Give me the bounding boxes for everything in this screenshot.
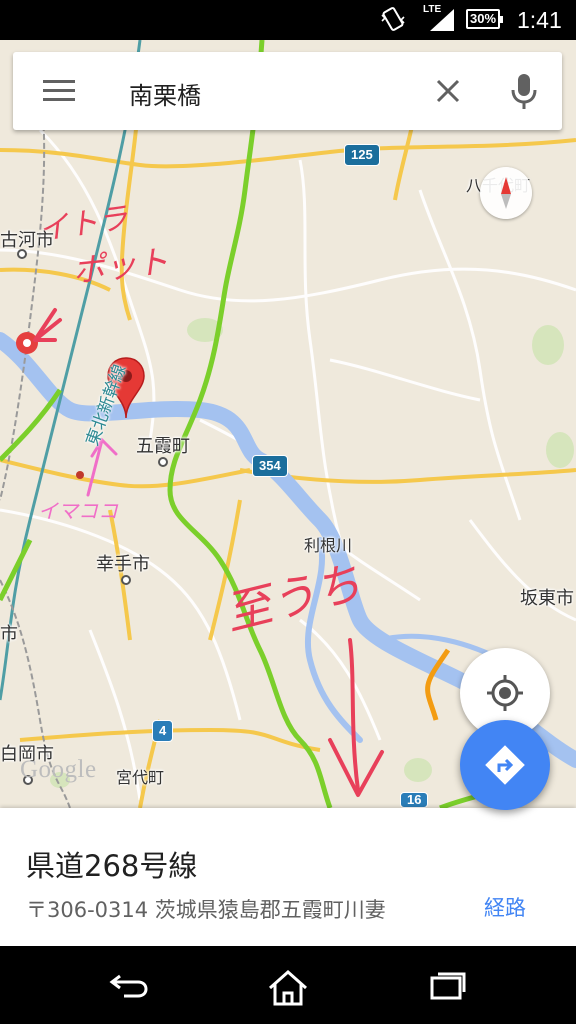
place-label-goka: 五霞町	[136, 436, 190, 457]
route-shield-16: 16	[400, 792, 429, 808]
route-shield-4: 4	[152, 720, 174, 742]
search-input[interactable]: 南栗橋	[129, 76, 201, 111]
route-shield-125: 125	[344, 144, 380, 166]
clock: 1:41	[517, 7, 562, 33]
status-bar: LTE 30% 1:41	[0, 0, 576, 40]
menu-icon[interactable]	[43, 78, 75, 104]
compass-button[interactable]	[480, 167, 532, 219]
compass-icon	[501, 177, 511, 209]
place-label-bando: 坂東市	[520, 588, 574, 609]
microphone-icon[interactable]	[507, 72, 541, 110]
directions-button[interactable]	[460, 720, 550, 810]
place-title: 県道268号線	[26, 849, 198, 883]
battery-indicator: 30%	[466, 9, 503, 29]
place-label-satte: 幸手市	[96, 554, 150, 575]
river-label-tone: 利根川	[304, 536, 353, 555]
recents-icon[interactable]	[428, 968, 468, 1002]
directions-icon	[485, 745, 525, 785]
close-icon[interactable]	[431, 74, 465, 108]
signal-icon	[430, 9, 454, 31]
route-shield-354: 354	[252, 455, 288, 477]
back-icon[interactable]	[106, 968, 150, 1002]
place-card[interactable]: 県道268号線 〒306-0314 茨城県猿島郡五霞町川妻 経路	[0, 808, 576, 946]
search-bar[interactable]: 南栗橋	[13, 52, 562, 130]
place-label-koga: 古河市	[0, 230, 54, 251]
route-button[interactable]: 経路	[484, 892, 526, 922]
vibrate-icon	[381, 7, 405, 31]
map-view[interactable]: イトラ ポット イマココ 至うち 古河市 五霞町 幸手市 坂東市 宮代町 白岡市…	[0, 40, 576, 808]
home-icon[interactable]	[266, 968, 310, 1008]
system-nav-bar	[0, 946, 576, 1024]
place-address: 〒306-0314 茨城県猿島郡五霞町川妻	[26, 898, 386, 922]
google-attribution: Google	[20, 756, 97, 783]
place-label-edge: 市	[0, 624, 18, 645]
place-label-miyashiro: 宮代町	[116, 768, 165, 787]
